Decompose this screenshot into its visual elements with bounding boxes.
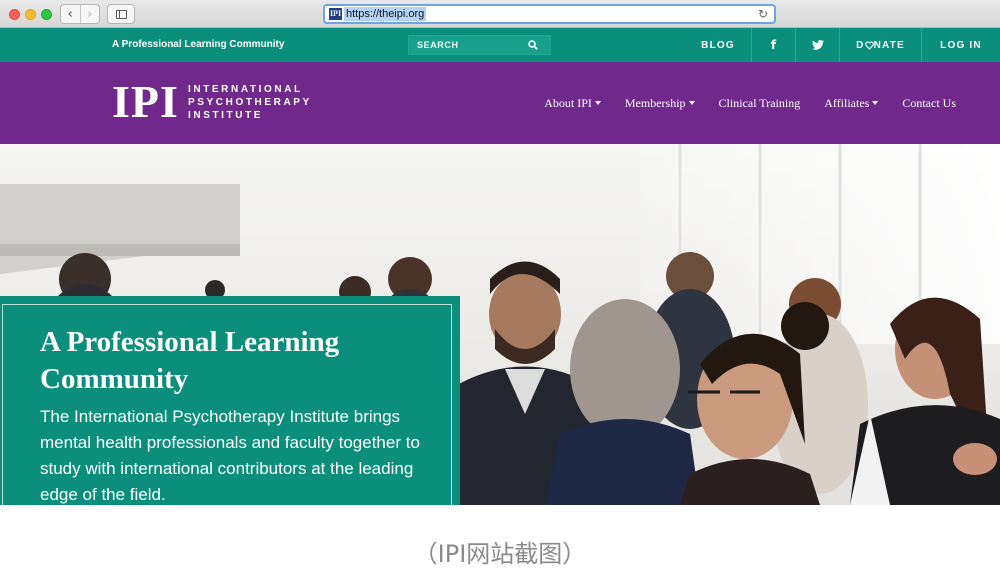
- address-bar[interactable]: IPI https://theipi.org ↻: [323, 4, 776, 24]
- chevron-right-icon: ›: [87, 6, 93, 22]
- sidebar-icon: [116, 10, 127, 19]
- utility-bar: A Professional Learning Community SEARCH…: [0, 28, 1000, 62]
- nav-label: About IPI: [544, 95, 592, 110]
- nav-membership[interactable]: Membership: [625, 96, 695, 111]
- logo-abbreviation: IPI: [112, 76, 179, 127]
- chevron-left-icon: ‹: [67, 6, 73, 22]
- hero-title: A Professional Learning Community: [40, 326, 340, 395]
- zoom-window-button[interactable]: [41, 9, 52, 20]
- browser-toolbar: ‹ › IPI https://theipi.org ↻: [0, 0, 1000, 28]
- nav-label: Membership: [624, 95, 686, 110]
- minimize-window-button[interactable]: [25, 9, 36, 20]
- caret-down-icon: [688, 100, 695, 105]
- nav-about-ipi[interactable]: About IPI: [544, 96, 601, 111]
- site-header: IPI INTERNATIONAL PSYCHOTHERAPY INSTITUT…: [0, 62, 1000, 144]
- blog-link[interactable]: BLOG: [685, 28, 751, 62]
- url-text[interactable]: https://theipi.org: [344, 7, 427, 21]
- nav-label: Affiliates: [824, 95, 870, 110]
- login-link[interactable]: LOG IN: [921, 28, 1000, 62]
- donate-link[interactable]: D NATE: [839, 28, 921, 62]
- sidebar-toggle-button[interactable]: [107, 4, 135, 24]
- search-icon[interactable]: [528, 40, 538, 50]
- forward-button[interactable]: ›: [81, 5, 100, 23]
- main-nav: About IPI Membership Clinical Training A…: [544, 62, 956, 144]
- site-tagline: A Professional Learning Community: [112, 39, 285, 50]
- close-window-button[interactable]: [9, 9, 20, 20]
- search-placeholder: SEARCH: [417, 40, 459, 50]
- twitter-link[interactable]: [795, 28, 839, 62]
- search-input[interactable]: SEARCH: [408, 35, 551, 55]
- caret-down-icon: [594, 100, 601, 105]
- hero-text-panel: A Professional Learning Community The In…: [0, 296, 460, 505]
- heart-icon: [864, 41, 874, 50]
- utility-nav: BLOG f D NATE LOG IN: [685, 28, 1000, 62]
- reload-icon[interactable]: ↻: [758, 6, 768, 22]
- nav-affiliates[interactable]: Affiliates: [824, 95, 879, 111]
- hero-section: A Professional Learning Community The In…: [0, 144, 1000, 505]
- figure-caption: （IPI网站截图）: [413, 540, 587, 568]
- donate-label-start: D: [856, 39, 865, 51]
- history-buttons: ‹ ›: [60, 4, 100, 24]
- donate-label-end: NATE: [873, 39, 905, 51]
- nav-contact-us[interactable]: Contact Us: [902, 96, 956, 111]
- site-favicon: IPI: [329, 8, 342, 20]
- nav-clinical-training[interactable]: Clinical Training: [719, 96, 801, 111]
- facebook-icon[interactable]: f: [751, 28, 795, 62]
- logo-wordmark: INTERNATIONAL PSYCHOTHERAPY INSTITUTE: [188, 84, 312, 121]
- back-button[interactable]: ‹: [61, 5, 81, 23]
- twitter-icon: [811, 40, 824, 50]
- hero-description: The International Psychotherapy Institut…: [40, 407, 420, 504]
- caret-down-icon: [872, 100, 879, 105]
